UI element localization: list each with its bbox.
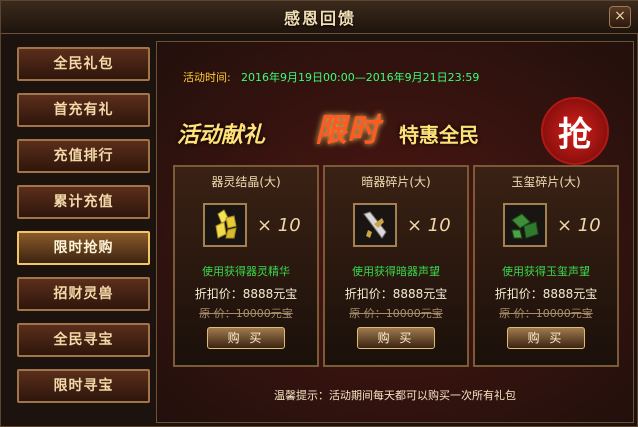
item-description: 使用获得玉玺声望 (502, 265, 590, 278)
sidebar-item-fortune-beast[interactable]: 招财灵兽 (17, 277, 150, 311)
buy-button[interactable]: 购 买 (357, 327, 435, 349)
sidebar: 全民礼包 首充有礼 充值排行 累计充值 限时抢购 招财灵兽 全民寻宝 限时寻宝 (11, 41, 156, 423)
item-slot[interactable] (203, 203, 247, 247)
banner-text-3: 特惠全民 (399, 123, 479, 147)
item-card: 暗器碎片(大) × 10 使用获得暗器声望 折扣价：8888元宝 原 价：100… (323, 165, 469, 367)
seal-icon: 抢 (541, 97, 609, 165)
seal-label: 抢 (558, 114, 592, 155)
item-description: 使用获得器灵精华 (202, 265, 290, 278)
item-name: 器灵结晶(大) (211, 175, 281, 189)
time-value: 2016年9月19日00:00—2016年9月21日23:59 (241, 71, 480, 84)
item-discount-price: 折扣价：8888元宝 (494, 287, 598, 301)
item-original-price: 原 价：10000元宝 (349, 307, 443, 320)
buy-button[interactable]: 购 买 (207, 327, 285, 349)
item-name: 暗器碎片(大) (361, 175, 431, 189)
title-bar: 感恩回馈 × (1, 1, 638, 34)
item-original-price: 原 价：10000元宝 (199, 307, 293, 320)
sidebar-item-cumulative[interactable]: 累计充值 (17, 185, 150, 219)
footer-tip: 温馨提示：活动期间每天都可以购买一次所有礼包 (274, 389, 516, 402)
item-quantity: × 10 (407, 215, 451, 236)
item-quantity: × 10 (557, 215, 601, 236)
close-button[interactable]: × (609, 6, 631, 28)
jade-seal-fragment-icon (511, 213, 539, 239)
sidebar-item-treasure-hunt[interactable]: 全民寻宝 (17, 323, 150, 357)
sidebar-item-flash-sale[interactable]: 限时抢购 (17, 231, 150, 265)
item-name: 玉玺碎片(大) (511, 175, 581, 189)
event-window: 感恩回馈 × 全民礼包 首充有礼 充值排行 累计充值 限时抢购 招财灵兽 全民寻… (0, 0, 638, 427)
sidebar-item-limited-hunt[interactable]: 限时寻宝 (17, 369, 150, 403)
item-quantity: × 10 (257, 215, 301, 236)
item-original-price: 原 价：10000元宝 (499, 307, 593, 320)
banner-text-1: 活动献礼 (177, 123, 266, 148)
item-discount-price: 折扣价：8888元宝 (344, 287, 448, 301)
window-title: 感恩回馈 (283, 9, 356, 28)
buy-button[interactable]: 购 买 (507, 327, 585, 349)
item-slot[interactable] (503, 203, 547, 247)
item-card: 器灵结晶(大) × 10 使用获得器灵精华 折扣价：8888元宝 原 价：100… (173, 165, 319, 367)
time-label: 活动时间: (183, 71, 231, 84)
item-slot[interactable] (353, 203, 397, 247)
sidebar-item-all-gift[interactable]: 全民礼包 (17, 47, 150, 81)
main-panel: 活动时间: 2016年9月19日00:00—2016年9月21日23:59 活动… (156, 41, 634, 423)
item-description: 使用获得暗器声望 (352, 265, 440, 278)
banner-text-2: 限时 (315, 111, 380, 149)
item-discount-price: 折扣价：8888元宝 (194, 287, 298, 301)
sidebar-item-recharge-rank[interactable]: 充值排行 (17, 139, 150, 173)
sidebar-item-first-recharge[interactable]: 首充有礼 (17, 93, 150, 127)
item-card: 玉玺碎片(大) × 10 使用获得玉玺声望 折扣价：8888元宝 原 价：100… (473, 165, 619, 367)
crystal-icon (215, 209, 237, 239)
dart-fragment-icon (363, 211, 387, 239)
